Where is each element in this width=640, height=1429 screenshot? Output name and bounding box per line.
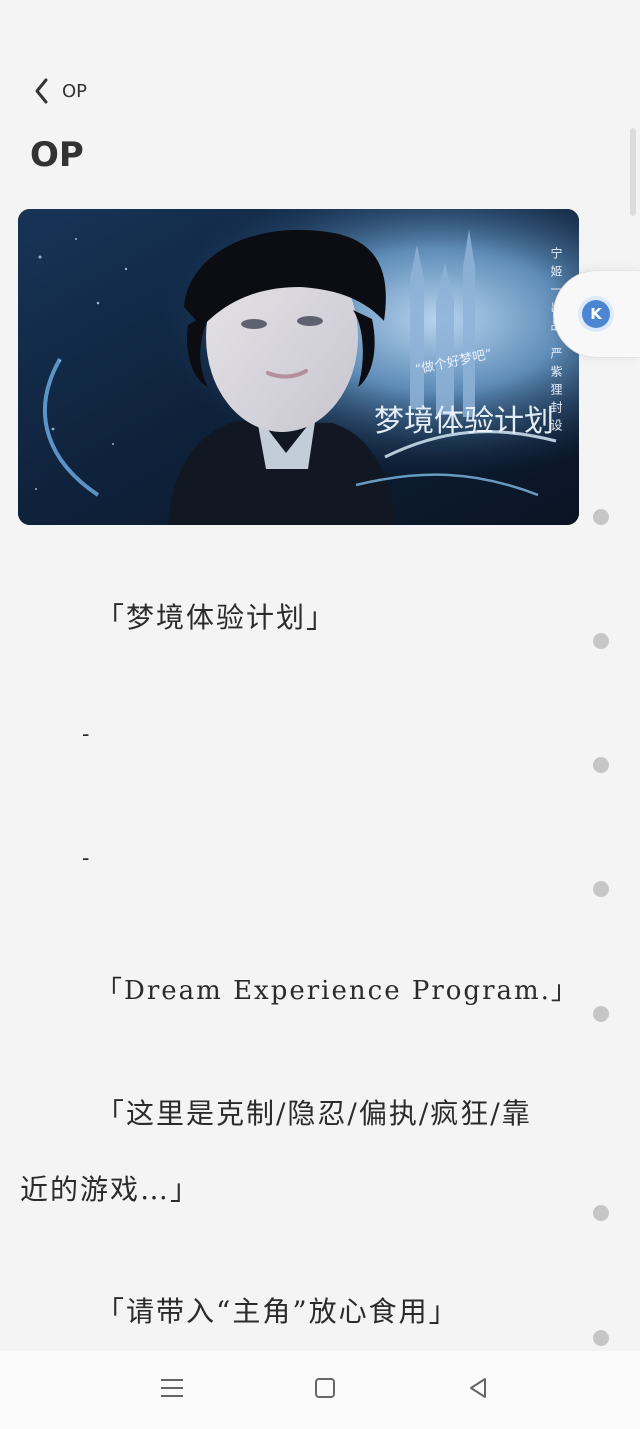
chevron-left-icon[interactable] (30, 74, 54, 108)
k-icon[interactable]: K (582, 300, 610, 328)
home-square-icon (313, 1376, 337, 1404)
english-line: 「Dream Experience Program.」 (96, 976, 579, 1006)
comment-dot[interactable] (593, 1330, 609, 1346)
menu-icon (158, 1376, 186, 1404)
comment-dot[interactable] (593, 1205, 609, 1221)
home-button[interactable] (280, 1351, 370, 1429)
description-line-2: 近的游戏…」 (20, 1173, 201, 1206)
floating-panel[interactable]: K (553, 270, 640, 358)
separator-2: - (82, 846, 90, 871)
page-title: OP (30, 135, 84, 175)
back-label[interactable]: OP (62, 81, 87, 102)
back-button[interactable] (433, 1351, 523, 1429)
comment-dot[interactable] (593, 881, 609, 897)
top-bar: OP (30, 74, 87, 108)
comment-dot[interactable] (593, 509, 609, 525)
system-navigation-bar (0, 1351, 640, 1429)
note-line: 「请带入“主角”放心食用」 (96, 1295, 459, 1328)
cover-calligraphy: 梦境体验计划 (374, 404, 554, 439)
menu-button[interactable] (127, 1351, 217, 1429)
back-triangle-icon (466, 1376, 490, 1404)
comment-dot[interactable] (593, 757, 609, 773)
article-title-line: 「梦境体验计划」 (96, 601, 337, 634)
cover-image[interactable]: “做个好梦吧” 梦境体验计划 宁姬一出品 严紫狸封设 (18, 209, 579, 525)
comment-dot[interactable] (593, 1006, 609, 1022)
cover-credit: 宁姬一出品 严紫狸封设 (549, 246, 563, 437)
comment-dot[interactable] (593, 633, 609, 649)
description-line-1: 「这里是克制/隐忍/偏执/疯狂/靠 (96, 1097, 532, 1130)
separator-1: - (82, 722, 90, 747)
scrollbar-thumb[interactable] (630, 128, 636, 216)
